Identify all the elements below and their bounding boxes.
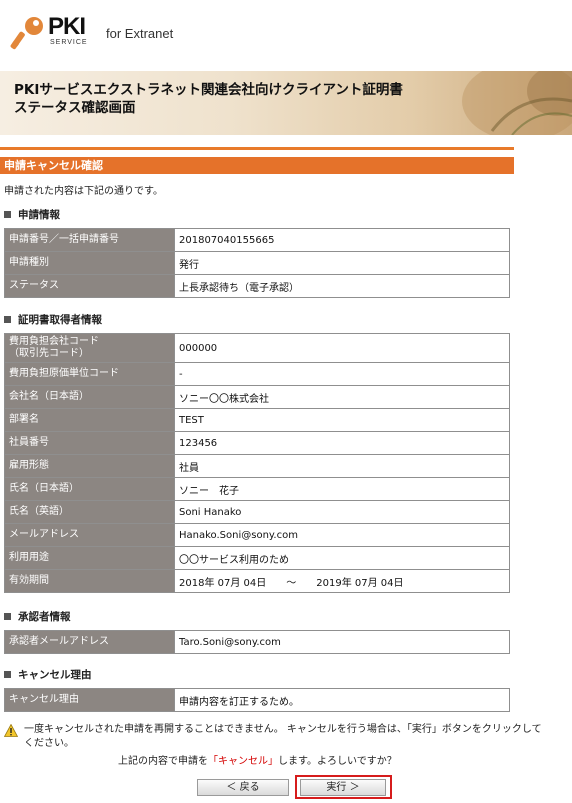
- application-heading: 申請情報: [4, 207, 60, 222]
- cancel-table: キャンセル理由 申請内容を訂正するため。: [4, 688, 510, 712]
- bullet-square-icon: [4, 671, 11, 678]
- table-row: メールアドレス Hanako.Soni@sony.com: [4, 523, 510, 547]
- row-value: 上長承認待ち（電子承認）: [174, 274, 510, 298]
- row-value: Hanako.Soni@sony.com: [174, 523, 510, 547]
- row-value: 社員: [174, 454, 510, 478]
- cancel-heading: キャンセル理由: [4, 667, 92, 682]
- row-label: 会社名（日本語）: [4, 385, 175, 409]
- approver-heading: 承認者情報: [4, 609, 71, 624]
- row-label: メールアドレス: [4, 523, 175, 547]
- table-row: 申請種別 発行: [4, 251, 510, 275]
- table-row: 承認者メールアドレス Taro.Soni@sony.com: [4, 630, 510, 654]
- bullet-square-icon: [4, 316, 11, 323]
- page-title-line1: PKIサービスエクストラネット関連会社向けクライアント証明書: [14, 82, 403, 98]
- warning-icon: [4, 724, 18, 737]
- row-label: 雇用形態: [4, 454, 175, 478]
- row-label: 申請種別: [4, 251, 175, 275]
- divider: [0, 147, 514, 150]
- back-button[interactable]: ＜ 戻る: [197, 779, 289, 796]
- row-label: 申請番号／一括申請番号: [4, 228, 175, 252]
- row-value: ソニー〇〇株式会社: [174, 385, 510, 409]
- row-label: 費用負担会社コード （取引先コード）: [4, 333, 175, 363]
- table-row: 会社名（日本語） ソニー〇〇株式会社: [4, 385, 510, 409]
- row-value: 発行: [174, 251, 510, 275]
- table-row: 氏名（日本語） ソニー 花子: [4, 477, 510, 501]
- warning-text: 一度キャンセルされた申請を再開することはできません。 キャンセルを行う場合は、「…: [24, 724, 542, 749]
- table-row: 申請番号／一括申請番号 201807040155665: [4, 228, 510, 252]
- row-label: 氏名（日本語）: [4, 477, 175, 501]
- confirm-text-highlight: 「キャンセル」: [208, 756, 278, 767]
- holder-heading: 証明書取得者情報: [4, 312, 102, 327]
- row-label: 利用用途: [4, 546, 175, 570]
- logo-subtext: SERVICE: [50, 39, 88, 46]
- table-row: 有効期間 2018年 07月 04日 ～ 2019年 07月 04日: [4, 569, 510, 593]
- section-title: 申請キャンセル確認: [0, 157, 514, 174]
- page-banner: PKIサービスエクストラネット関連会社向けクライアント証明書 ステータス確認画面: [0, 71, 572, 135]
- row-label: ステータス: [4, 274, 175, 298]
- row-value: 申請内容を訂正するため。: [174, 688, 510, 712]
- table-row: 利用用途 〇〇サービス利用のため: [4, 546, 510, 570]
- row-label: 承認者メールアドレス: [4, 630, 175, 654]
- holder-heading-label: 証明書取得者情報: [18, 314, 102, 326]
- table-row: 氏名（英語） Soni Hanako: [4, 500, 510, 524]
- bullet-square-icon: [4, 613, 11, 620]
- page-title-line2: ステータス確認画面: [14, 100, 136, 116]
- table-row: 部署名 TEST: [4, 408, 510, 432]
- pki-logo: PKI SERVICE: [10, 12, 96, 52]
- application-heading-label: 申請情報: [18, 209, 60, 221]
- page-title: PKIサービスエクストラネット関連会社向けクライアント証明書 ステータス確認画面: [14, 81, 403, 117]
- row-value: 123456: [174, 431, 510, 455]
- table-row: キャンセル理由 申請内容を訂正するため。: [4, 688, 510, 712]
- logo-wordmark: PKI: [48, 13, 86, 40]
- intro-text: 申請された内容は下記の通りです。: [4, 186, 163, 197]
- table-row: 雇用形態 社員: [4, 454, 510, 478]
- approver-table: 承認者メールアドレス Taro.Soni@sony.com: [4, 630, 510, 654]
- row-label: 有効期間: [4, 569, 175, 593]
- header-subtitle: for Extranet: [106, 26, 174, 41]
- application-table: 申請番号／一括申請番号 201807040155665 申請種別 発行 ステータス上…: [4, 228, 510, 298]
- row-value: 201807040155665: [174, 228, 510, 252]
- row-value: TEST: [174, 408, 510, 432]
- approver-heading-label: 承認者情報: [18, 611, 71, 623]
- row-label: 部署名: [4, 408, 175, 432]
- row-value: Taro.Soni@sony.com: [174, 630, 510, 654]
- row-label: 氏名（英語）: [4, 500, 175, 524]
- row-value: ソニー 花子: [174, 477, 510, 501]
- table-row: 費用負担会社コード （取引先コード） 000000: [4, 333, 510, 363]
- row-value: -: [174, 362, 510, 386]
- table-row: ステータス 上長承認待ち（電子承認）: [4, 274, 510, 298]
- confirm-text: 上記の内容で申請を「キャンセル」します。よろしいですか？: [118, 752, 397, 767]
- row-value: 〇〇サービス利用のため: [174, 546, 510, 570]
- key-icon: [10, 17, 43, 50]
- row-label: 費用負担原価単位コード: [4, 362, 175, 386]
- row-value: 2018年 07月 04日 ～ 2019年 07月 04日: [174, 569, 510, 593]
- table-row: 社員番号 123456: [4, 431, 510, 455]
- bullet-square-icon: [4, 211, 11, 218]
- cancel-heading-label: キャンセル理由: [18, 669, 92, 681]
- table-row: 費用負担原価単位コード -: [4, 362, 510, 386]
- holder-table: 費用負担会社コード （取引先コード） 000000 費用負担原価単位コード - 会社…: [4, 333, 510, 593]
- confirm-text-after: します。よろしいですか？: [278, 756, 397, 767]
- execute-button[interactable]: 実行 ＞: [300, 779, 386, 796]
- row-value: 000000: [174, 333, 510, 363]
- row-label: 社員番号: [4, 431, 175, 455]
- confirm-text-before: 上記の内容で申請を: [118, 756, 208, 767]
- row-label: キャンセル理由: [4, 688, 175, 712]
- app-header: PKI SERVICE for Extranet: [0, 0, 572, 62]
- row-value: Soni Hanako: [174, 500, 510, 524]
